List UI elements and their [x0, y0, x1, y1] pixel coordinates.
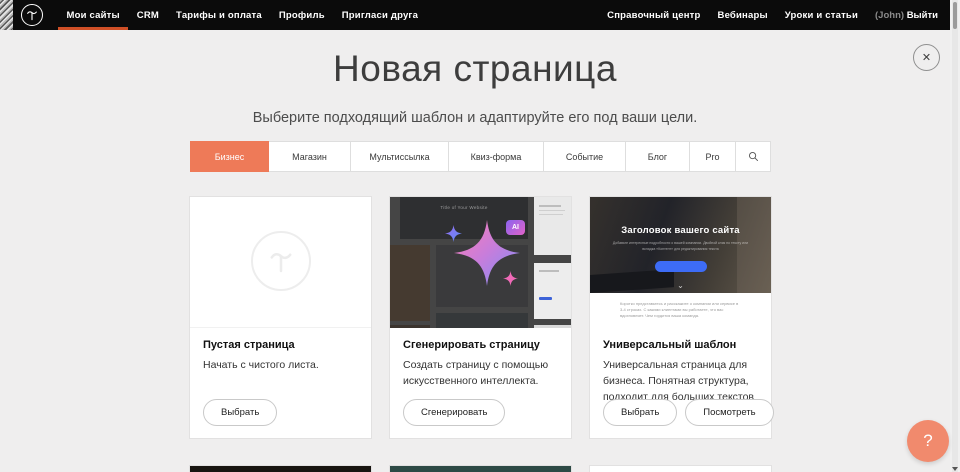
view-template-button[interactable]: Посмотреть [685, 399, 773, 426]
ai-small-sparkle-icon [445, 225, 462, 242]
card-description: Начать с чистого листа. [203, 358, 358, 374]
user-name: (John) [875, 10, 904, 21]
card-title: Пустая страница [203, 339, 358, 351]
help-button[interactable]: ? [907, 420, 949, 462]
nav-item-crm[interactable]: CRM [128, 0, 167, 30]
tilda-logo[interactable] [21, 4, 43, 26]
nav-link-webinars[interactable]: Вебинары [718, 10, 768, 21]
tab-multilink[interactable]: Мультиссылка [351, 141, 449, 172]
search-icon [748, 151, 759, 162]
template-hero-photo: Заголовок вашего сайта Добавьте интересн… [590, 197, 771, 293]
scrollbar-down-arrow[interactable] [952, 467, 958, 471]
page-subtitle: Выберите подходящий шаблон и адаптируйте… [0, 110, 950, 126]
scrollbar-track[interactable] [952, 0, 958, 472]
topbar-nav: Мои сайты CRM Тарифы и оплата Профиль Пр… [58, 0, 427, 30]
card-buttons: Выбрать Посмотреть [603, 399, 774, 426]
nav-item-my-sites[interactable]: Мои сайты [58, 0, 128, 30]
scrollbar-thumb[interactable] [953, 2, 957, 29]
photo-shape [590, 269, 674, 293]
card-body: Сгенерировать страницу Создать страницу … [403, 327, 558, 390]
nav-item-invite-friend[interactable]: Пригласи друга [333, 0, 426, 30]
tilda-logo-icon [24, 7, 40, 23]
tilda-watermark-icon [264, 244, 298, 278]
next-row-card-preview[interactable] [190, 466, 371, 472]
edge-texture [0, 0, 13, 30]
template-hero-button [655, 261, 707, 272]
tab-search[interactable] [736, 141, 771, 172]
card-description: Создать страницу с помощью искусственног… [403, 358, 558, 390]
nav-link-help-center[interactable]: Справочный центр [607, 10, 700, 21]
next-row-card-preview[interactable] [590, 466, 771, 472]
next-row-card-preview[interactable] [390, 466, 571, 472]
template-preview-image: Заголовок вашего сайта Добавьте интересн… [590, 197, 771, 328]
tab-event[interactable]: Событие [544, 141, 626, 172]
nav-link-lessons[interactable]: Уроки и статьи [785, 10, 858, 21]
generate-button[interactable]: Сгенерировать [403, 399, 505, 426]
card-body: Пустая страница Начать с чистого листа. [203, 327, 358, 374]
tab-pro[interactable]: Pro [690, 141, 736, 172]
ai-badge: AI [506, 220, 525, 235]
tab-shop[interactable]: Магазин [269, 141, 351, 172]
card-title: Сгенерировать страницу [403, 339, 558, 351]
mockup-tile [534, 197, 571, 255]
card-blank-page[interactable]: Пустая страница Начать с чистого листа. … [190, 197, 371, 438]
template-text-section: Коротко представьтесь и расскажите о ком… [590, 293, 771, 328]
topbar-nav-right: Справочный центр Вебинары Уроки и статьи… [607, 10, 938, 21]
card-title: Универсальный шаблон [603, 339, 758, 351]
logout-link[interactable]: (John) Выйти [875, 10, 938, 21]
topbar: Мои сайты CRM Тарифы и оплата Профиль Пр… [0, 0, 950, 30]
mockup-tile [534, 263, 571, 319]
mockup-tile [390, 245, 430, 321]
new-page-modal-screen: Мои сайты CRM Тарифы и оплата Профиль Пр… [0, 0, 960, 472]
mockup-tile [436, 313, 528, 328]
template-category-tabs: Бизнес Магазин Мультиссылка Квиз-форма С… [190, 141, 771, 172]
tab-business[interactable]: Бизнес [190, 141, 269, 172]
card-buttons: Сгенерировать [403, 399, 505, 426]
card-universal-template[interactable]: Заголовок вашего сайта Добавьте интересн… [590, 197, 771, 438]
card-ai-generate[interactable]: Title of Your Website [390, 197, 571, 438]
question-mark-icon: ? [923, 431, 932, 451]
choose-template-button[interactable]: Выбрать [603, 399, 677, 426]
template-hero-heading: Заголовок вашего сайта [590, 225, 771, 236]
page-title: Новая страница [0, 48, 950, 90]
nav-item-profile[interactable]: Профиль [270, 0, 333, 30]
template-body-text: Коротко представьтесь и расскажите о ком… [620, 301, 741, 320]
tab-blog[interactable]: Блог [626, 141, 690, 172]
scrollbar-strip [950, 0, 960, 472]
ai-preview-image: Title of Your Website [390, 197, 571, 328]
nav-item-plans[interactable]: Тарифы и оплата [168, 0, 271, 30]
logout-label: Выйти [907, 10, 938, 21]
chevron-down-icon: ⌄ [677, 282, 684, 290]
tilda-watermark [251, 231, 311, 291]
card-buttons: Выбрать [203, 399, 277, 426]
template-hero-subheading: Добавьте интересные подробности о вашей … [608, 241, 753, 252]
choose-blank-button[interactable]: Выбрать [203, 399, 277, 426]
ai-small-sparkle-icon [503, 271, 518, 286]
mockup-title-text: Title of Your Website [400, 205, 528, 210]
tab-quiz-form[interactable]: Квиз-форма [449, 141, 544, 172]
